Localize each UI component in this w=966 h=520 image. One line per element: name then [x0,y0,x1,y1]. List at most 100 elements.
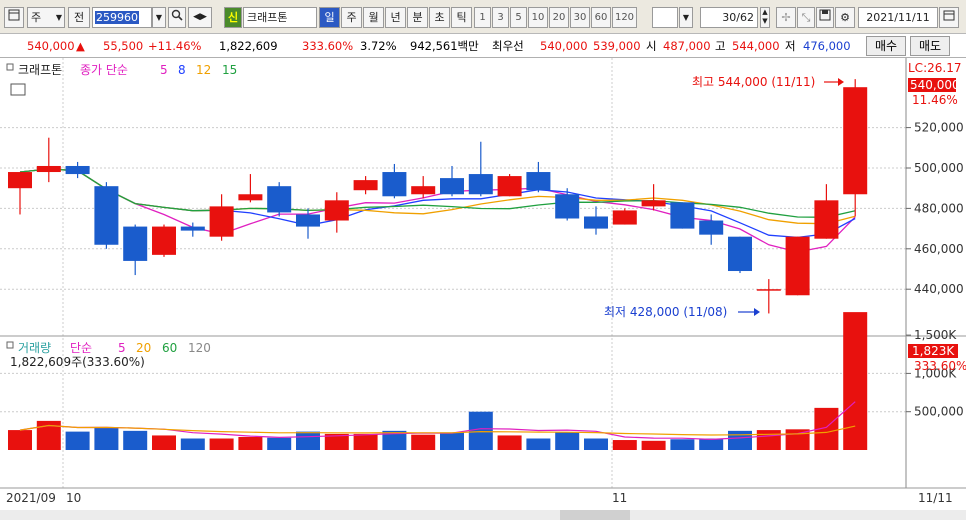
interval-button-20[interactable]: 20 [549,7,569,28]
interval-dropdown[interactable]: ▼ [679,7,693,28]
interval-button-60[interactable]: 60 [591,7,611,28]
market-badge: 신 [224,7,242,28]
volume-bar-24 [699,438,724,450]
stock-code-input[interactable]: 259960 [92,7,152,28]
volume-bar-7 [209,438,234,450]
change-percent: +11.46% [148,39,202,53]
candle-body-2 [65,165,90,175]
search-icon[interactable] [168,7,186,28]
candle-body-11 [324,200,349,221]
code-dropdown-button[interactable]: ▼ [152,7,166,28]
period-tab-6[interactable]: 틱 [451,7,472,28]
volume-bar-6 [180,438,205,450]
volume-ratio: 333.60% [302,39,354,53]
candle-body-22 [641,200,666,207]
volume-bar-10 [296,431,320,450]
price-tick-label-4: 440,000 [914,282,964,296]
sell-button[interactable]: 매도 [910,36,950,56]
volume-bar-20 [584,438,608,450]
candle-body-1 [36,165,61,173]
volume-legend-ma: 단순 [70,341,92,355]
period-tab-5[interactable]: 초 [429,7,450,28]
high-label: 고 [715,39,726,53]
interval-button-30[interactable]: 30 [570,7,590,28]
volume-bar-4 [123,430,148,450]
volume-bar-12 [353,433,378,450]
volume-bar-22 [641,440,666,450]
gear-icon[interactable]: ⚙ [835,7,855,28]
price-tick-label-2: 480,000 [914,201,964,215]
best-quote-label: 최우선 [492,39,524,53]
period-tab-0[interactable]: 일 [319,7,340,28]
volume-bar-29 [843,312,868,450]
candle-body-29 [843,87,868,195]
volume-bar-21 [612,440,637,450]
last-volume-pct: 333.60% [914,359,966,373]
prev-button[interactable]: 전 [68,7,90,28]
scroll-controls[interactable] [560,510,630,520]
candle-body-15 [440,178,464,195]
chart-area[interactable]: 520,000 500,000 480,000 460,000 440,000 LC:26… [0,58,966,520]
low-annotation: 최저 428,000 (11/08) [604,305,727,319]
period-tab-4[interactable]: 분 [407,7,428,28]
candle-body-21 [612,210,637,225]
up-arrow-icon: ▲ [76,39,85,53]
ask-price: 539,000 [593,39,641,53]
interval-button-1[interactable]: 1 [474,7,491,28]
prev-stock-icon[interactable]: ◀▶ [188,7,212,28]
calendar-icon[interactable] [939,7,959,28]
volume-ma-legend-5: 5 [118,341,126,355]
period-tab-2[interactable]: 월 [363,7,384,28]
volume-bar-9 [267,437,292,450]
volume-bar-2 [65,431,90,450]
bottom-scrollbar[interactable] [0,510,966,520]
volume-bar-23 [670,439,695,450]
volume-bar-17 [497,435,522,450]
lc-label: LC:26.17 [908,61,961,75]
period-tab-3[interactable]: 년 [385,7,406,28]
volume-bar-18 [526,438,551,450]
x-axis-label-1: 10 [66,491,81,505]
price-ma-legend-15: 15 [222,63,237,77]
volume-bar-26 [756,430,781,450]
period-tab-1[interactable]: 주 [341,7,362,28]
candle-body-19 [555,194,580,219]
volume-legend-name: 거래량 [18,341,51,355]
low-label: 저 [785,39,796,53]
volume-bar-5 [152,435,176,450]
candle-body-17 [497,176,522,197]
candle-body-5 [152,226,176,255]
stock-chart[interactable]: 520,000 500,000 480,000 460,000 440,000 LC:26… [0,58,966,520]
price-legend-name: 크래프톤 [18,63,62,77]
interval-button-3[interactable]: 3 [492,7,509,28]
volume-tick-label-0: 1,500K [914,328,957,342]
crosshair-icon[interactable]: ✢ [776,7,796,28]
interval-input[interactable] [652,7,678,28]
interval-button-10[interactable]: 10 [528,7,548,28]
volume-bar-27 [785,429,810,450]
zoom-icon[interactable]: ⤡ [797,7,815,28]
window-menu-icon[interactable] [4,7,24,28]
volume-value-text: 1,822,609주(333.60%) [10,355,145,369]
volume-bar-8 [238,436,263,450]
candle-body-20 [584,216,608,229]
mode-select[interactable]: 주 ▼ [27,7,65,28]
open-price: 487,000 [663,39,711,53]
interval-button-5[interactable]: 5 [510,7,527,28]
turnover-rate: 3.72% [360,39,397,53]
x-axis-label-3: 11/11 [918,491,953,505]
candle-body-8 [238,194,263,201]
x-axis-label-2: 11 [612,491,627,505]
interval-button-120[interactable]: 120 [612,7,637,28]
candle-body-23 [670,202,695,229]
buy-button[interactable]: 매수 [866,36,906,56]
candle-body-12 [353,180,378,191]
table-view-icon[interactable] [10,83,26,96]
date-field[interactable]: 2021/11/11 [858,7,938,28]
page-count: 30/62 [700,7,758,28]
price-ma-legend-5: 5 [160,63,168,77]
last-volume-label: 1,823K [912,344,955,358]
candle-body-16 [468,174,493,195]
scroll-arrows-icon[interactable]: ▲ ▼ [760,7,770,28]
save-icon[interactable] [816,7,834,28]
